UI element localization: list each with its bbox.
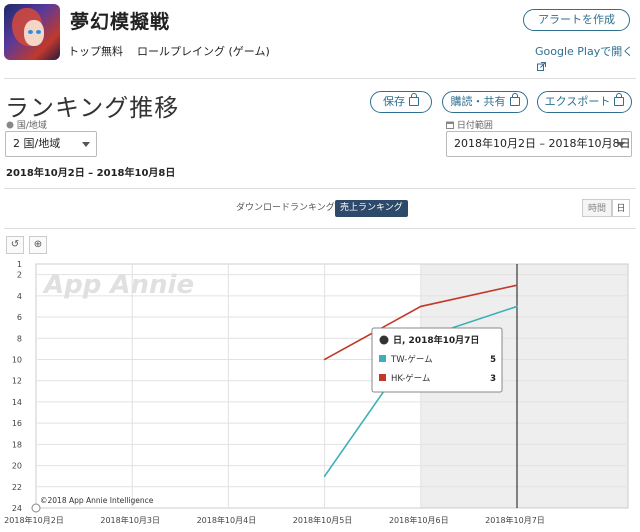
chart-data-point [516,284,518,287]
google-play-label: Google Playで開く [535,45,634,58]
date-range-label: 日付範囲 [446,118,493,131]
tab-sales-ranking[interactable]: 売上ランキング [335,200,408,217]
app-title: 夢幻模擬戦 [70,11,171,33]
chart-range-handle [31,503,41,513]
selected-range-text: 2018年10月2日 – 2018年10月8日 [6,168,176,179]
tooltip-swatch [379,374,386,381]
external-link-icon [537,61,546,71]
chart-y-tick-label: 20 [12,462,22,471]
export-button[interactable]: エクスポート [537,91,632,113]
tooltip-title: 日, 2018年10月7日 [393,334,479,346]
chart-x-tick-label: 2018年10月6日 [389,515,449,525]
chart-x-tick-label: 2018年10月7日 [485,515,545,525]
export-label: エクスポート [544,95,611,108]
chevron-down-icon [82,142,90,147]
lock-icon [614,92,625,106]
create-alert-button[interactable]: アラートを作成 [523,9,630,31]
app-category: トップ無料 [68,45,123,58]
chart-y-tick-label: 12 [12,377,22,386]
ranking-chart: 1246810121416182022242018年10月2日 2018年10月3… [4,260,629,525]
app-icon [4,4,60,60]
country-select[interactable]: 2 国/地域 [5,131,97,157]
chart-y-tick-label: 14 [12,398,22,407]
calendar-icon [446,121,454,129]
chart-y-tick-label: 4 [17,292,22,301]
chart-x-tick-label: 2018年10月5日 [293,515,353,525]
tooltip-swatch [379,355,386,362]
app-meta: トップ無料 ロールプレイング (ゲーム) [68,43,270,59]
chart-y-tick-label: 10 [12,355,22,364]
chart-x-tick-label: 2018年10月4日 [197,515,257,525]
subscribe-share-button[interactable]: 購読・共有 [442,91,528,113]
chart-y-tick-label: 22 [12,483,22,492]
country-label-text: 国/地域 [16,121,47,131]
globe-icon [6,121,14,129]
lock-icon [509,92,520,106]
chart-data-point [323,475,326,477]
tooltip-series-name: TW-ゲーム [390,354,433,365]
chart-data-point [420,305,422,308]
chart-x-tick-label: 2018年10月3日 [100,515,160,525]
chart-copyright: ©2018 App Annie Intelligence [40,496,154,505]
date-range-select[interactable]: 2018年10月2日 – 2018年10月8日 [446,131,632,157]
save-label: 保存 [383,95,405,108]
date-range-value: 2018年10月2日 – 2018年10月8日 [454,137,631,150]
tooltip-series-name: HK-ゲーム [391,373,430,384]
divider [4,228,636,229]
chart-y-tick-label: 16 [12,419,22,428]
country-select-value: 2 国/地域 [13,137,61,150]
globe-icon [379,335,389,345]
tooltip-series-value: 5 [490,355,496,365]
granularity-hour-button[interactable]: 時間 [582,199,612,217]
date-range-label-text: 日付範囲 [456,121,493,131]
chart-y-tick-label: 18 [12,440,22,449]
divider [4,78,636,79]
country-label: 国/地域 [6,118,47,131]
divider [4,188,636,189]
zoom-icon[interactable]: ⊕ [29,236,47,254]
chart-y-tick-label: 8 [17,334,22,343]
chart-y-tick-label: 1 [17,260,22,269]
chart-data-point [323,358,326,361]
chart-y-tick-label: 6 [17,313,22,322]
reset-zoom-icon[interactable]: ↺ [6,236,24,254]
save-button[interactable]: 保存 [370,91,432,113]
chart-y-tick-label: 2 [17,271,22,280]
google-play-link[interactable]: Google Playで開く [535,43,640,72]
tab-download-ranking[interactable]: ダウンロードランキング [236,200,335,217]
chart-tooltip: 日, 2018年10月7日 TW-ゲーム 5 HK-ゲーム 3 [371,327,503,393]
chart-watermark: App Annie [42,270,194,300]
chart-x-tick-label: 2018年10月2日 [4,515,64,525]
tooltip-series-value: 3 [490,374,496,384]
app-genre: ロールプレイング (ゲーム) [137,45,270,58]
lock-icon [409,92,419,106]
chart-data-point [516,305,518,308]
chevron-down-icon [617,142,625,147]
chart-y-tick-label: 24 [12,504,22,513]
subscribe-label: 購読・共有 [450,95,506,108]
granularity-day-button[interactable]: 日 [612,199,630,217]
